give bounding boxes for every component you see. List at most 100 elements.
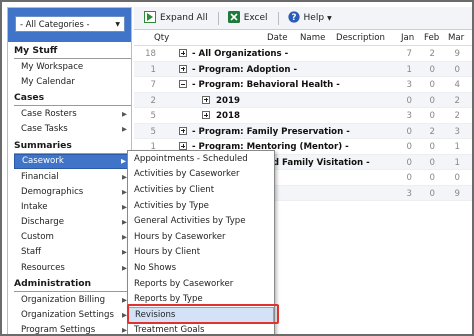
chevron-down-icon: ▼ bbox=[115, 20, 120, 28]
column-header-date[interactable]: Date bbox=[267, 33, 288, 43]
cell-jan: 3 bbox=[406, 188, 412, 199]
submenu-item[interactable]: Activities by Caseworker bbox=[128, 167, 274, 183]
sidebar-item[interactable]: Discharge ▶ bbox=[8, 215, 131, 230]
submenu-item[interactable]: General Activities by Type bbox=[128, 213, 274, 229]
submenu-item[interactable]: Activities by Type bbox=[128, 198, 274, 214]
table-row[interactable]: 5 - Program: Family Preservation - 0 2 3 bbox=[134, 123, 472, 139]
section-heading: Cases bbox=[14, 92, 45, 104]
column-header-qty[interactable]: Qty bbox=[154, 33, 169, 43]
sidebar-item[interactable]: Organization Settings ▶ bbox=[8, 307, 131, 322]
column-header-feb[interactable]: Feb bbox=[424, 33, 439, 43]
cell-jan: 0 bbox=[406, 157, 412, 168]
excel-button[interactable]: Excel bbox=[227, 10, 268, 26]
sidebar-item-label: Intake bbox=[21, 201, 48, 212]
expand-icon[interactable] bbox=[202, 95, 210, 104]
cell-mar: 1 bbox=[454, 157, 460, 168]
sidebar-item[interactable]: Case Rosters ▶ bbox=[8, 106, 131, 121]
sidebar-item[interactable]: Resources ▶ bbox=[8, 260, 131, 275]
cell-jan: 0 bbox=[406, 126, 412, 137]
sidebar-item[interactable]: Casework ▶ bbox=[14, 153, 131, 169]
cell-qty: 1 bbox=[150, 64, 156, 75]
expand-icon[interactable] bbox=[179, 64, 187, 73]
cell-feb: 2 bbox=[429, 126, 435, 137]
sidebar-item-label: My Workspace bbox=[21, 61, 84, 72]
cell-jan: 0 bbox=[406, 95, 412, 106]
sidebar-item[interactable]: Organization Billing ▶ bbox=[8, 292, 131, 307]
cell-feb: 0 bbox=[429, 157, 435, 168]
sidebar-item-label: Staff bbox=[21, 247, 42, 258]
chevron-right-icon: ▶ bbox=[122, 125, 127, 134]
sidebar-item[interactable]: Intake ▶ bbox=[8, 199, 131, 214]
sidebar-item-label: Casework bbox=[22, 156, 64, 167]
column-header-description[interactable]: Description bbox=[336, 33, 385, 43]
sidebar-nav: My Stuff My Workspace My Calendar Cases Case… bbox=[8, 42, 131, 334]
cell-qty: 5 bbox=[150, 111, 156, 121]
cell-feb: 2 bbox=[429, 49, 435, 59]
cell-feb: 0 bbox=[429, 64, 435, 75]
excel-icon bbox=[227, 10, 240, 26]
column-header-jan[interactable]: Jan bbox=[401, 33, 414, 43]
submenu-item[interactable]: Hours by Caseworker bbox=[128, 229, 274, 245]
cell-feb: 0 bbox=[429, 95, 435, 106]
sidebar-item[interactable]: My Calendar bbox=[8, 74, 131, 89]
expand-icon[interactable] bbox=[179, 142, 187, 150]
svg-text:?: ? bbox=[291, 13, 296, 23]
sidebar-item-label: Organization Settings bbox=[21, 310, 114, 321]
cell-mar: 9 bbox=[454, 188, 460, 199]
table-row[interactable]: 2 2019 0 0 2 bbox=[134, 92, 472, 108]
sidebar-item[interactable]: Case Tasks ▶ bbox=[8, 122, 131, 137]
submenu-item[interactable]: Reports by Caseworker bbox=[128, 276, 274, 292]
expand-all-icon bbox=[144, 10, 156, 26]
submenu-item[interactable]: Appointments - Scheduled bbox=[128, 151, 274, 167]
casework-submenu: Appointments - Scheduled Activities by Ca… bbox=[127, 150, 275, 334]
table-row[interactable]: 1 - Program: Adoption - 1 0 0 bbox=[134, 61, 472, 77]
sidebar-item-label: Organization Billing bbox=[21, 294, 106, 305]
collapse-icon[interactable] bbox=[179, 80, 187, 88]
expand-all-button[interactable]: Expand All bbox=[144, 10, 208, 26]
cell-feb: 0 bbox=[429, 142, 435, 152]
expand-icon[interactable] bbox=[179, 49, 187, 57]
cell-qty: 18 bbox=[145, 49, 156, 59]
sidebar-item-label: Demographics bbox=[21, 186, 84, 197]
help-label: Help bbox=[303, 13, 325, 23]
sidebar-item-label: Resources bbox=[21, 262, 65, 273]
help-icon: ? bbox=[287, 10, 300, 26]
cell-mar: 4 bbox=[454, 80, 460, 90]
sidebar-item[interactable]: My Workspace bbox=[8, 59, 131, 74]
sidebar-item[interactable]: Demographics ▶ bbox=[8, 184, 131, 199]
expand-icon[interactable] bbox=[202, 111, 210, 119]
cell-label: - Program: Adoption - bbox=[192, 64, 298, 75]
table-row[interactable]: 7 - Program: Behavioral Health - 3 0 4 bbox=[134, 77, 472, 93]
sidebar-item-label: Discharge bbox=[21, 217, 65, 228]
sidebar-item[interactable]: Financial ▶ bbox=[8, 169, 131, 184]
toolbar: Expand All Excel ? Help ▼ bbox=[134, 7, 472, 30]
cell-qty: 5 bbox=[150, 126, 156, 137]
cell-jan: 1 bbox=[406, 64, 412, 75]
cell-mar: 2 bbox=[454, 111, 460, 121]
category-select[interactable]: - All Categories - ▼ bbox=[15, 16, 125, 32]
table-row[interactable]: 5 2018 3 0 2 bbox=[134, 108, 472, 124]
expand-icon[interactable] bbox=[179, 126, 187, 135]
section-heading: Administration bbox=[14, 278, 92, 290]
submenu-item[interactable]: Hours by Client bbox=[128, 245, 274, 261]
help-button[interactable]: ? Help ▼ bbox=[287, 10, 332, 26]
submenu-item[interactable]: Revisions bbox=[128, 306, 274, 323]
submenu-item[interactable]: Activities by Client bbox=[128, 182, 274, 198]
chevron-right-icon: ▶ bbox=[121, 157, 126, 166]
submenu-item[interactable]: Treatment Goals bbox=[128, 323, 274, 334]
submenu-item[interactable]: No Shows bbox=[128, 260, 274, 276]
column-header-name[interactable]: Name bbox=[300, 33, 325, 43]
table-row[interactable]: 18 - All Organizations - 7 2 9 bbox=[134, 46, 472, 62]
grid-header: Qty Date Name Description Jan Feb Mar bbox=[134, 30, 472, 46]
sidebar-item[interactable]: Custom ▶ bbox=[8, 230, 131, 245]
sidebar-item[interactable]: Program Settings ▶ bbox=[8, 323, 131, 334]
column-header-mar[interactable]: Mar bbox=[448, 33, 464, 43]
sidebar-header: - All Categories - ▼ bbox=[8, 8, 131, 42]
cell-feb: 0 bbox=[429, 80, 435, 90]
chevron-down-icon: ▼ bbox=[327, 14, 332, 22]
sidebar-item[interactable]: Staff ▶ bbox=[8, 245, 131, 260]
cell-label: ised Family Visitation - bbox=[259, 157, 370, 168]
submenu-item[interactable]: Reports by Type bbox=[128, 291, 274, 307]
cell-feb: 0 bbox=[429, 111, 435, 121]
excel-label: Excel bbox=[243, 13, 268, 23]
